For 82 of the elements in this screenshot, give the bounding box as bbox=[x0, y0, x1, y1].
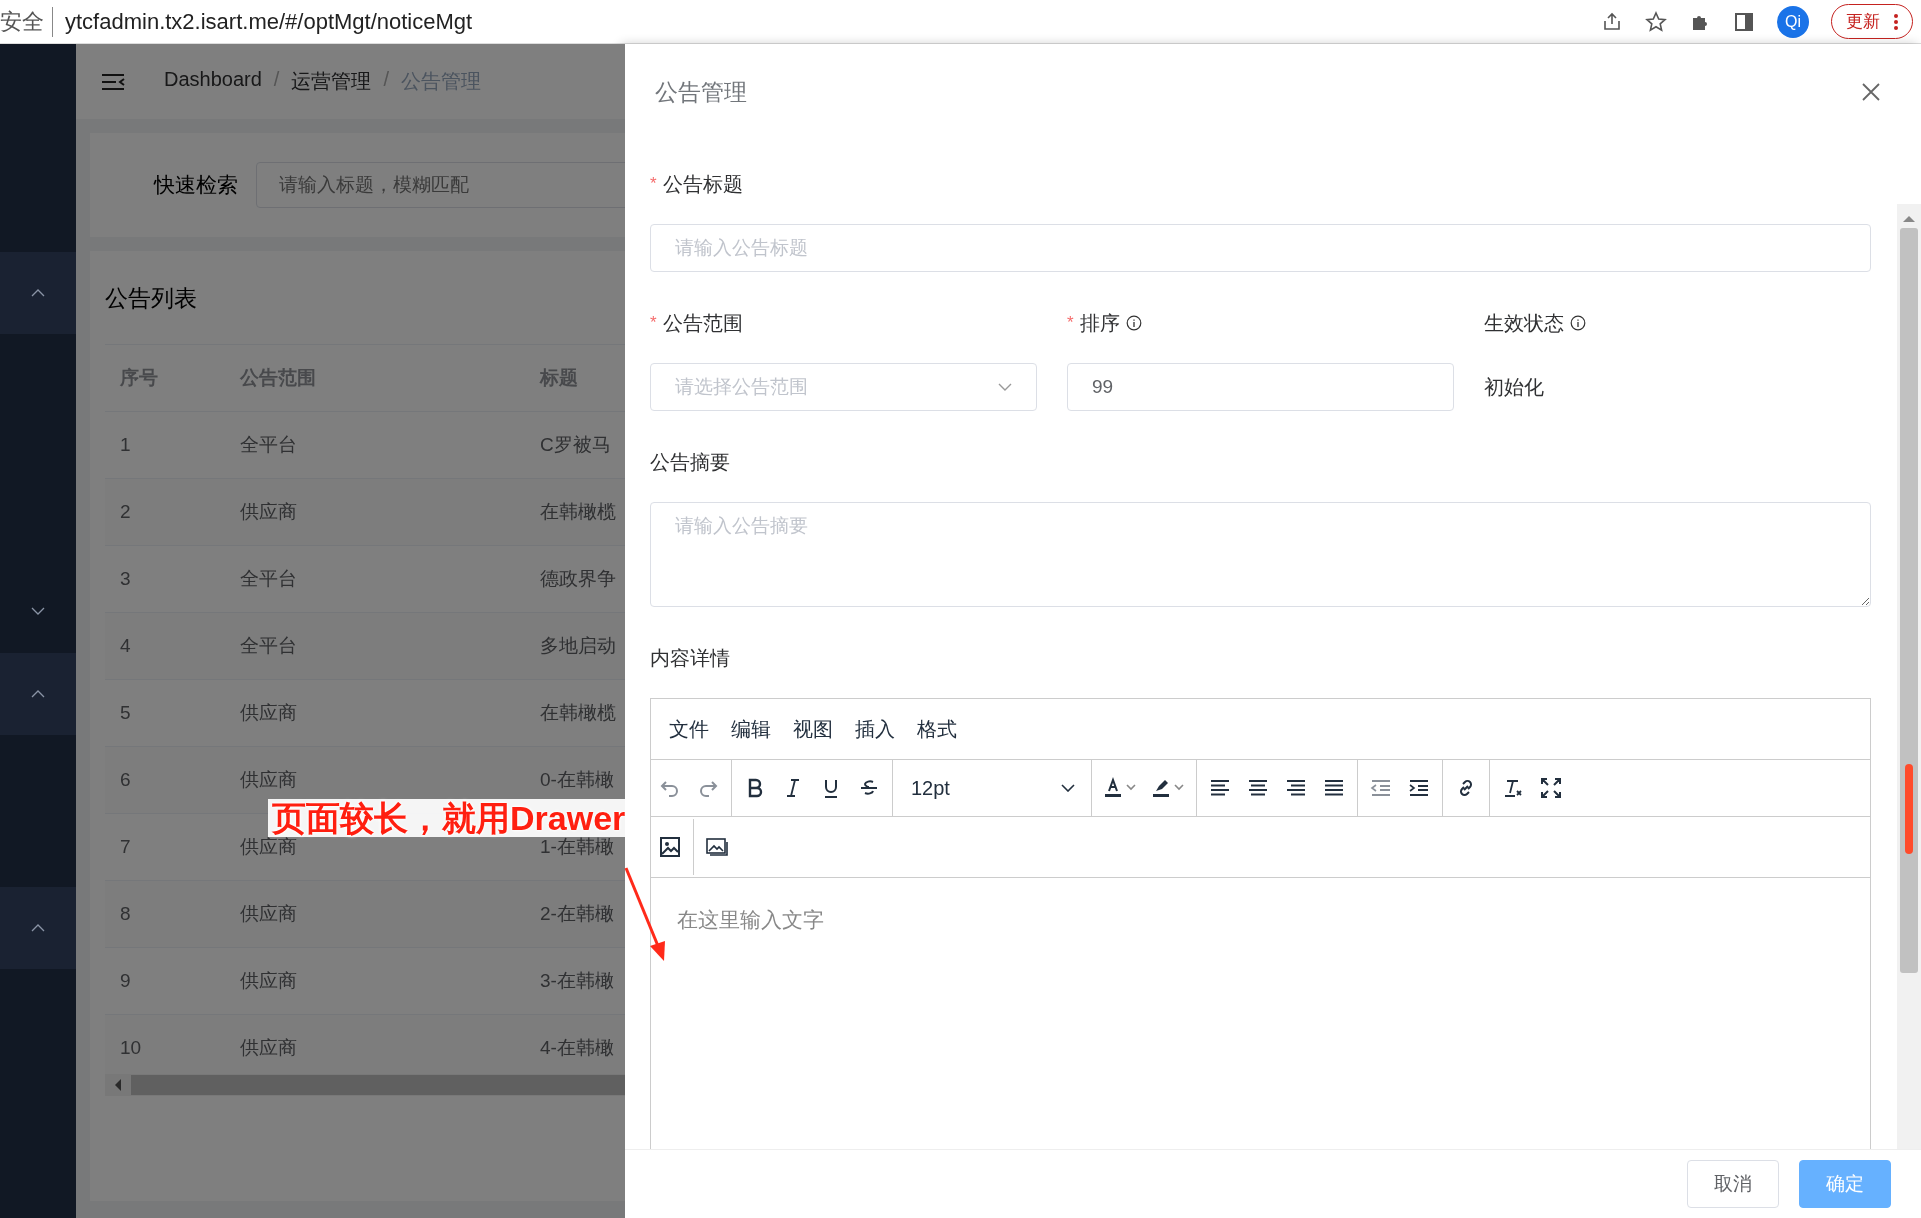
gallery-icon bbox=[705, 835, 729, 859]
image-icon bbox=[658, 835, 682, 859]
table-cell-text: 3 bbox=[119, 568, 132, 590]
table-cell-text: 全平台 bbox=[240, 567, 298, 591]
chevron-down-icon bbox=[1061, 784, 1075, 792]
field-label: 内容详情 bbox=[650, 645, 730, 671]
breadcrumb-separator: / bbox=[273, 68, 280, 92]
drawer-title: 公告管理 bbox=[655, 77, 747, 107]
field-label: 公告摘要 bbox=[650, 449, 730, 475]
table-cell-text: 8 bbox=[119, 903, 132, 925]
address-bar[interactable]: ytcfadmin.tx2.isart.me/#/optMgt/noticeMgt bbox=[65, 8, 1601, 35]
summary-textarea[interactable]: 请输入公告摘要 bbox=[650, 502, 1871, 607]
share-icon[interactable] bbox=[1601, 10, 1623, 33]
side-panel-icon[interactable] bbox=[1733, 10, 1755, 33]
table-cell-text: C罗被马 bbox=[540, 433, 611, 457]
profile-avatar[interactable]: Qi bbox=[1777, 5, 1809, 38]
table-cell-text: 德政界争 bbox=[540, 567, 616, 591]
table-cell-text: 4 bbox=[119, 635, 132, 657]
menu-icon[interactable] bbox=[100, 71, 126, 92]
table-cell-text: 2-在韩橄 bbox=[540, 902, 614, 926]
field-label: 排序 bbox=[1079, 310, 1120, 336]
chevron-up-icon bbox=[31, 690, 45, 698]
chevron-up-icon bbox=[31, 924, 45, 932]
required-asterisk: * bbox=[1067, 313, 1074, 333]
security-label: 安全 bbox=[0, 6, 53, 37]
title-input[interactable]: 请输入公告标题 bbox=[650, 224, 1871, 272]
cancel-button[interactable]: 取消 bbox=[1687, 1160, 1779, 1208]
field-label: 生效状态 bbox=[1484, 310, 1564, 336]
text-color-icon bbox=[1103, 776, 1137, 800]
horizontal-scrollbar[interactable] bbox=[105, 1074, 625, 1096]
more-icon bbox=[1894, 13, 1898, 30]
vertical-scrollbar[interactable] bbox=[1897, 204, 1921, 1149]
table-cell-text: 供应商 bbox=[240, 1036, 298, 1060]
table-cell-text: 全平台 bbox=[240, 634, 298, 658]
chevron-down-icon bbox=[998, 383, 1012, 391]
table-cell-text: 在韩橄榄 bbox=[540, 701, 616, 725]
order-input[interactable]: 99 bbox=[1067, 363, 1454, 411]
table-cell-text: 多地启动 bbox=[540, 634, 616, 658]
table-cell-text: 供应商 bbox=[240, 768, 298, 792]
update-button[interactable]: 更新 bbox=[1831, 4, 1913, 39]
table-cell-text: 7 bbox=[119, 836, 132, 858]
search-field[interactable]: 请输入标题，模糊匹配 bbox=[256, 162, 625, 208]
close-icon[interactable] bbox=[1861, 82, 1881, 102]
required-asterisk: * bbox=[650, 174, 657, 194]
table-cell-text: 全平台 bbox=[240, 433, 298, 457]
table-cell-text: 供应商 bbox=[240, 902, 298, 926]
table-cell-text: 6 bbox=[119, 769, 132, 791]
list-title: 公告列表 bbox=[105, 284, 198, 313]
chevron-down-icon bbox=[31, 607, 45, 615]
table-cell-text: 供应商 bbox=[240, 836, 298, 859]
table-cell-text: 供应商 bbox=[240, 500, 298, 524]
table-cell-text: 1 bbox=[119, 434, 132, 456]
table-cell-text: 4-在韩橄 bbox=[540, 1036, 614, 1060]
font-size-select[interactable]: 12pt bbox=[897, 766, 1087, 810]
table-cell-text: 0-在韩橄 bbox=[540, 768, 614, 792]
chevron-up-icon bbox=[31, 289, 45, 297]
editor-menu-item[interactable]: 编辑 bbox=[731, 715, 771, 743]
breadcrumb-separator: / bbox=[383, 68, 389, 92]
required-asterisk: * bbox=[650, 313, 657, 333]
editor-text-area[interactable]: 在这里输入文字 bbox=[651, 878, 1870, 962]
editor-menu-item[interactable]: 插入 bbox=[855, 715, 895, 743]
breadcrumb-link[interactable]: Dashboard bbox=[164, 68, 262, 95]
table-cell-text: 5 bbox=[119, 702, 132, 724]
fullscreen-icon bbox=[1539, 776, 1563, 800]
table-cell-text: 3-在韩橄 bbox=[540, 969, 614, 993]
editor-menu-item[interactable]: 格式 bbox=[917, 715, 957, 743]
status-value: 初始化 bbox=[1484, 374, 1545, 400]
search-label: 快速检索 bbox=[154, 172, 238, 198]
table-cell-text: 9 bbox=[119, 970, 132, 992]
table-cell-text: 供应商 bbox=[240, 701, 298, 725]
breadcrumb-link[interactable]: 运营管理 bbox=[291, 68, 372, 95]
table-cell-text: 供应商 bbox=[240, 969, 298, 993]
field-label: 公告标题 bbox=[662, 171, 743, 197]
editor-placeholder: 在这里输入文字 bbox=[677, 908, 824, 931]
editor-menu-item[interactable]: 文件 bbox=[669, 715, 709, 743]
table-cell-text: 10 bbox=[119, 1037, 143, 1059]
editor-menu-item[interactable]: 视图 bbox=[793, 715, 833, 743]
table-cell-text: 2 bbox=[119, 501, 132, 523]
table-cell-text: 1-在韩橄 bbox=[540, 835, 614, 859]
field-label: 公告范围 bbox=[662, 310, 743, 336]
table-cell-text: 在韩橄榄 bbox=[540, 500, 616, 524]
star-icon[interactable] bbox=[1645, 10, 1667, 33]
